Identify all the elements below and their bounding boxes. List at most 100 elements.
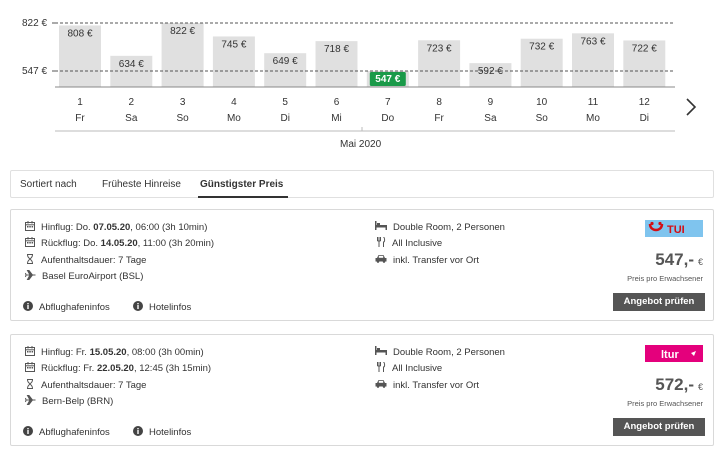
hourglass-icon: [25, 254, 41, 267]
price-currency: €: [697, 382, 703, 392]
bar-price-label: 822 €: [170, 26, 195, 37]
outbound-rest: , 08:00 (3h 00min): [126, 347, 204, 358]
airport-info-link[interactable]: Abflughafeninfos: [23, 426, 110, 439]
month-label: Mai 2020: [340, 139, 382, 150]
bar-price-label: 547 €: [375, 74, 400, 85]
car-icon: [375, 254, 393, 266]
transfer-text: inkl. Transfer vor Ort: [393, 379, 480, 391]
day-number[interactable]: 12: [639, 97, 651, 108]
weekday-label: Di: [280, 113, 289, 124]
weekday-label: Fr: [75, 113, 85, 124]
sort-label: Sortiert nach: [20, 179, 77, 190]
bar-price-label: 718 €: [324, 44, 349, 55]
sort-option-cheapest[interactable]: Günstigster Preis: [200, 179, 283, 190]
board-info: All Inclusive: [376, 361, 442, 375]
chevron-right-icon[interactable]: [684, 98, 698, 116]
bar-price-label: 808 €: [67, 28, 92, 39]
car-icon: [375, 379, 393, 391]
day-number[interactable]: 4: [231, 97, 237, 108]
transfer-info: inkl. Transfer vor Ort: [375, 254, 479, 266]
hourglass-icon: [25, 379, 41, 392]
calendar-icon: [25, 237, 41, 250]
operator-name: ltur: [661, 349, 679, 361]
hotel-info-label: Hotelinfos: [149, 427, 192, 438]
plane-icon: [25, 270, 42, 283]
info-icon: [133, 301, 149, 314]
outbound-date: 07.05.20: [93, 222, 131, 233]
weekday-label: Sa: [125, 113, 138, 124]
price-calendar: 808 € 1 Fr 634 € 2 Sa 822 € 3 So 745 € 4 Mo 649 € 5 Di…: [0, 0, 724, 160]
bar-price-label: 649 €: [273, 56, 298, 67]
weekday-label: Fr: [434, 113, 444, 124]
room-info: Double Room, 2 Personen: [375, 221, 505, 233]
return-rest: , 12:45 (3h 15min): [133, 363, 212, 374]
outbound-date: 15.05.20: [89, 347, 127, 358]
calendar-icon: [25, 221, 41, 234]
return-prefix: Rückflug: Fr.: [41, 363, 95, 374]
price-value: 547,-: [655, 250, 694, 269]
bed-icon: [375, 221, 393, 233]
plane-icon: [25, 395, 42, 408]
info-icon: [133, 426, 149, 439]
day-number[interactable]: 6: [334, 97, 340, 108]
weekday-label: So: [176, 113, 189, 124]
day-number[interactable]: 8: [436, 97, 442, 108]
departure-airport: Bern-Belp (BRN): [25, 395, 113, 408]
day-number[interactable]: 9: [488, 97, 494, 108]
return-date: 22.05.20: [96, 363, 134, 374]
hotel-info-link[interactable]: Hotelinfos: [133, 301, 191, 314]
day-number[interactable]: 10: [536, 97, 548, 108]
operator-name: TUI: [667, 224, 685, 236]
stay-duration: Aufenthaltsdauer: 7 Tage: [25, 254, 146, 267]
airport-text: Basel EuroAirport (BSL): [42, 271, 144, 282]
bar-price-label: 722 €: [632, 43, 657, 54]
weekday-label: Di: [640, 113, 649, 124]
outbound-prefix: Hinflug: Do.: [41, 222, 91, 233]
board-info: All Inclusive: [376, 236, 443, 250]
active-sort-underline: [198, 196, 288, 198]
departure-airport: Basel EuroAirport (BSL): [25, 270, 143, 283]
day-number[interactable]: 11: [588, 97, 599, 108]
return-flight: Rückflug: Do. 14.05.20, 11:00 (3h 20min): [25, 237, 214, 250]
day-number[interactable]: 1: [77, 97, 83, 108]
check-offer-button[interactable]: Angebot prüfen: [613, 293, 705, 311]
ltur-logo: ltur: [645, 345, 703, 362]
transfer-info: inkl. Transfer vor Ort: [375, 379, 479, 391]
day-number[interactable]: 3: [180, 97, 186, 108]
board-text: All Inclusive: [392, 238, 443, 249]
offer-card: Hinflug: Fr. 15.05.20, 08:00 (3h 00min) …: [10, 334, 714, 446]
calendar-icon: [25, 346, 41, 359]
bar-price-label: 592 €: [478, 66, 503, 77]
hotel-info-label: Hotelinfos: [149, 302, 192, 313]
y-label-min: 547 €: [22, 66, 48, 77]
day-number[interactable]: 5: [282, 97, 288, 108]
offer-price: 572,- €: [655, 375, 703, 395]
bar-price-label: 763 €: [580, 36, 605, 47]
bar-price-label: 745 €: [221, 39, 246, 50]
outbound-flight: Hinflug: Do. 07.05.20, 06:00 (3h 10min): [25, 221, 207, 234]
airport-info-link[interactable]: Abflughafeninfos: [23, 301, 110, 314]
price-value: 572,-: [655, 375, 694, 394]
info-icon: [23, 426, 39, 439]
sort-option-earliest[interactable]: Früheste Hinreise: [102, 179, 181, 190]
offer-card: Hinflug: Do. 07.05.20, 06:00 (3h 10min) …: [10, 209, 714, 321]
weekday-label: Sa: [484, 113, 497, 124]
room-text: Double Room, 2 Personen: [393, 221, 505, 233]
day-number[interactable]: 2: [129, 97, 135, 108]
weekday-label: Mo: [586, 113, 600, 124]
check-offer-button[interactable]: Angebot prüfen: [613, 418, 705, 436]
offer-price: 547,- €: [655, 250, 703, 270]
day-number[interactable]: 7: [385, 97, 391, 108]
price-note: Preis pro Erwachsener: [627, 274, 703, 283]
stay-text: Aufenthaltsdauer: 7 Tage: [41, 255, 147, 266]
price-bar-chart: 808 € 1 Fr 634 € 2 Sa 822 € 3 So 745 € 4 Mo 649 € 5 Di…: [52, 22, 675, 132]
room-info: Double Room, 2 Personen: [375, 346, 505, 358]
cutlery-icon: [376, 361, 392, 375]
bed-icon: [375, 346, 393, 358]
info-icon: [23, 301, 39, 314]
hotel-info-link[interactable]: Hotelinfos: [133, 426, 191, 439]
weekday-label: Mi: [331, 113, 342, 124]
outbound-rest: , 06:00 (3h 10min): [130, 222, 208, 233]
cutlery-icon: [376, 236, 392, 250]
outbound-prefix: Hinflug: Fr.: [41, 347, 87, 358]
